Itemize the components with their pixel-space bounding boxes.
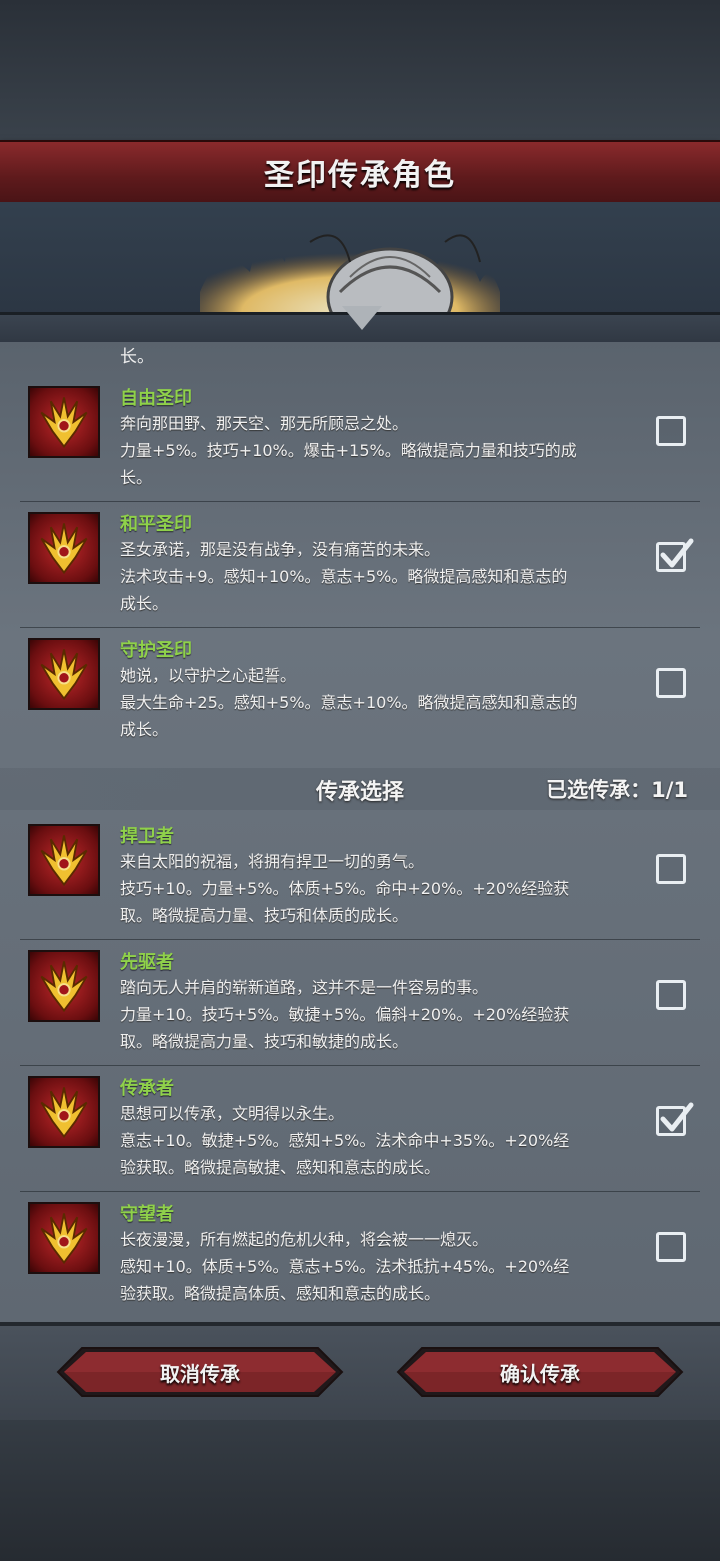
confirm-button-label: 确认传承 (500, 1361, 580, 1386)
select-checkbox-checked[interactable] (656, 538, 694, 572)
select-checkbox-checked[interactable] (656, 1102, 694, 1136)
cancel-button-label: 取消传承 (160, 1361, 240, 1386)
item-name: 先驱者 (120, 952, 174, 973)
select-checkbox[interactable] (656, 854, 686, 884)
list-item-seal-peace: 和平圣印 圣女承诺，那是没有战争，没有痛苦的未来。 法术攻击+9。感知+10%。… (0, 504, 720, 628)
item-divider (20, 501, 700, 502)
item-description: 奔向那田野、那天空、那无所顾忌之处。 力量+5%。技巧+10%。爆击+15%。略… (120, 414, 577, 487)
cancel-inherit-button[interactable]: 取消传承 (56, 1346, 344, 1398)
item-divider (20, 1191, 700, 1192)
item-description: 思想可以传承，文明得以永生。 意志+10。敏捷+5%。感知+5%。法术命中+35… (120, 1104, 570, 1177)
checkmark-icon (660, 538, 694, 568)
item-description: 踏向无人并肩的崭新道路，这并不是一件容易的事。 力量+10。技巧+5%。敏捷+5… (120, 978, 570, 1051)
page-title: 圣印传承角色 (264, 158, 456, 193)
seal-emblem-icon (28, 638, 100, 710)
legacy-emblem-icon (28, 1076, 100, 1148)
item-description: 来自太阳的祝福，将拥有捍卫一切的勇气。 技巧+10。力量+5%。体质+5%。命中… (120, 852, 570, 925)
select-checkbox[interactable] (656, 980, 686, 1010)
list-item-watcher: 守望者 长夜漫漫，所有燃起的危机火种，将会被一一熄灭。 感知+10。体质+5%。… (0, 1194, 720, 1318)
top-background (0, 0, 720, 140)
item-description: 圣女承诺，那是没有战争，没有痛苦的未来。 法术攻击+9。感知+10%。意志+5%… (120, 540, 568, 613)
confirm-inherit-button[interactable]: 确认传承 (396, 1346, 684, 1398)
item-description: 她说，以守护之心起誓。 最大生命+25。感知+5%。意志+10%。略微提高感知和… (120, 666, 578, 739)
item-name: 守护圣印 (120, 640, 192, 661)
item-divider (20, 1065, 700, 1066)
selection-count: 已选传承：1/1 (546, 778, 688, 802)
item-name: 自由圣印 (120, 388, 192, 409)
select-checkbox[interactable] (656, 668, 686, 698)
list-item-inheritor: 传承者 思想可以传承，文明得以永生。 意志+10。敏捷+5%。感知+5%。法术命… (0, 1068, 720, 1192)
list-item-seal-freedom: 自由圣印 奔向那田野、那天空、那无所顾忌之处。 力量+5%。技巧+10%。爆击+… (0, 378, 720, 502)
seal-emblem-icon (28, 386, 100, 458)
legacy-emblem-icon (28, 1202, 100, 1274)
legacy-emblem-icon (28, 950, 100, 1022)
item-divider (20, 939, 700, 940)
item-name: 传承者 (120, 1078, 174, 1099)
pointer-triangle-icon (342, 306, 382, 330)
item-name: 和平圣印 (120, 514, 192, 535)
list-item-defender: 捍卫者 来自太阳的祝福，将拥有捍卫一切的勇气。 技巧+10。力量+5%。体质+5… (0, 816, 720, 940)
item-description: 长夜漫漫，所有燃起的危机火种，将会被一一熄灭。 感知+10。体质+5%。意志+5… (120, 1230, 570, 1303)
clipped-description-text: 长。 (120, 347, 154, 367)
list-item-pioneer: 先驱者 踏向无人并肩的崭新道路，这并不是一件容易的事。 力量+10。技巧+5%。… (0, 942, 720, 1066)
item-divider (20, 627, 700, 628)
bottom-background (0, 1420, 720, 1561)
select-checkbox[interactable] (656, 416, 686, 446)
select-checkbox[interactable] (656, 1232, 686, 1262)
item-name: 捍卫者 (120, 826, 174, 847)
section-header: 传承选择 已选传承：1/1 (0, 768, 720, 810)
item-name: 守望者 (120, 1204, 174, 1225)
seal-list-panel[interactable]: 长。 自由圣印 奔向那田野、那天空、那无所顾忌之处。 力量+5%。技巧+10%。… (0, 342, 720, 1322)
list-item-seal-guard: 守护圣印 她说，以守护之心起誓。 最大生命+25。感知+5%。意志+10%。略微… (0, 630, 720, 754)
checkmark-icon (660, 1102, 694, 1132)
title-banner: 圣印传承角色 (0, 140, 720, 204)
seal-emblem-icon (28, 512, 100, 584)
legacy-emblem-icon (28, 824, 100, 896)
